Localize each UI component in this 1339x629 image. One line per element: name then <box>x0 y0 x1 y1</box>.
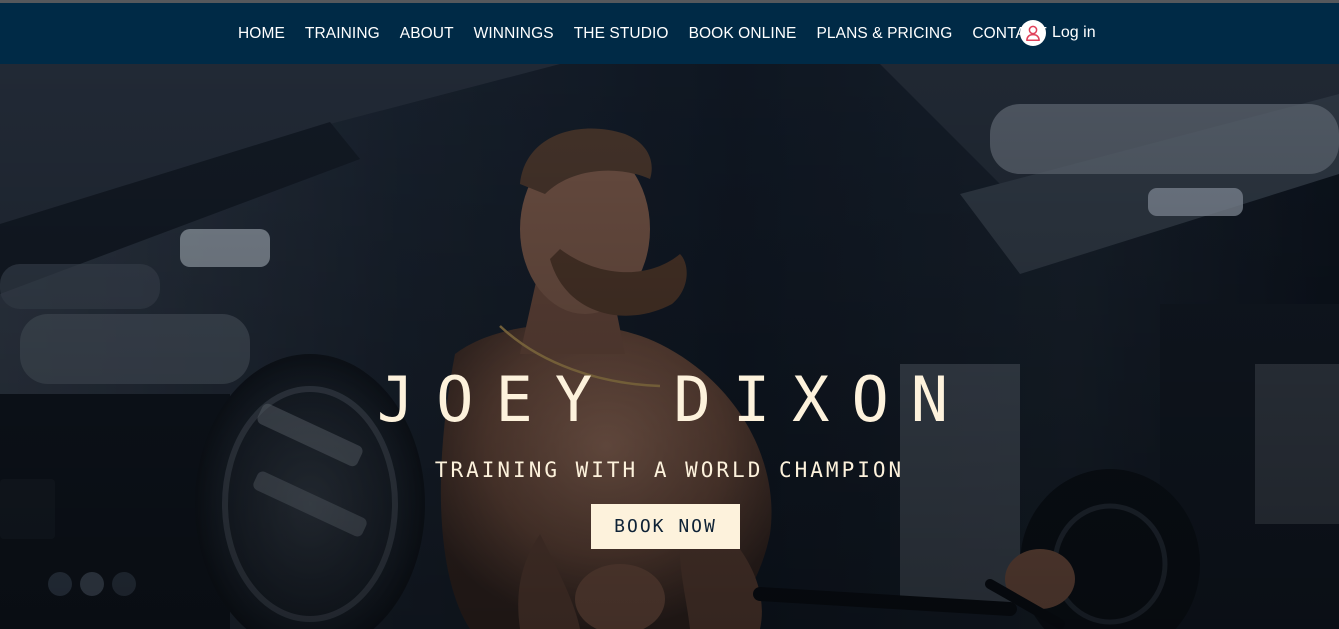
login-label: Log in <box>1052 24 1096 41</box>
site-navbar: HOME TRAINING ABOUT WINNINGS THE STUDIO … <box>0 3 1339 64</box>
hero-title: JOEY DIXON <box>376 363 971 436</box>
nav-item-book-online[interactable]: BOOK ONLINE <box>679 25 807 43</box>
page: HOME TRAINING ABOUT WINNINGS THE STUDIO … <box>0 0 1339 629</box>
hero-section: JOEY DIXON TRAINING WITH A WORLD CHAMPIO… <box>0 64 1339 629</box>
book-now-button[interactable]: BOOK NOW <box>591 504 740 549</box>
login-button[interactable]: Log in <box>1020 19 1096 47</box>
user-icon <box>1020 20 1046 46</box>
nav-item-the-studio[interactable]: THE STUDIO <box>564 25 679 43</box>
nav-item-home[interactable]: HOME <box>228 25 295 43</box>
nav-menu: HOME TRAINING ABOUT WINNINGS THE STUDIO … <box>228 3 1057 64</box>
nav-item-winnings[interactable]: WINNINGS <box>464 25 564 43</box>
nav-item-plans-pricing[interactable]: PLANS & PRICING <box>806 25 962 43</box>
nav-item-training[interactable]: TRAINING <box>295 25 390 43</box>
nav-item-about[interactable]: ABOUT <box>390 25 464 43</box>
hero-subtitle: TRAINING WITH A WORLD CHAMPION <box>434 458 905 482</box>
